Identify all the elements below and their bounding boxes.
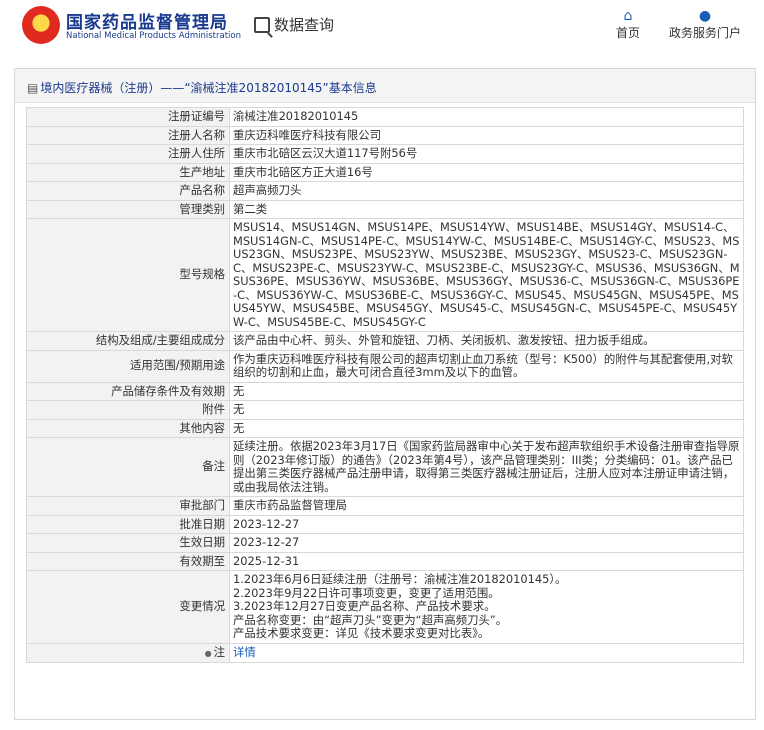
nav-home-label: 首页 [615, 26, 640, 40]
user-icon: ● [698, 8, 712, 24]
table-row: 注册人住所 重庆市北碚区云汉大道117号附56号 [26, 144, 744, 164]
brand-title[interactable]: 国家药品监督管理局 [66, 8, 228, 33]
field-value: 延续注册。依据2023年3月17日《国家药监局器审中心关于发布超声软组织手术设备… [229, 437, 744, 497]
nav-service-portal[interactable]: ● 政务服务门户 [665, 8, 745, 41]
table-row: 批准日期 2023-12-27 [26, 514, 744, 534]
field-value: 重庆迈科唯医疗科技有限公司 [229, 125, 744, 145]
field-label: ● 注 [26, 642, 230, 663]
field-value: 作为重庆迈科唯医疗科技有限公司的超声切割止血刀系统（型号：K500）的附件与其配… [229, 349, 744, 383]
change-line: 3.2023年12月27日变更产品名称、产品技术要求。 [233, 599, 496, 613]
field-label: 变更情况 [26, 570, 230, 644]
detail-panel: ▤ 境内医疗器械（注册）——“渝械注准20182010145”基本信息 注册证编号… [14, 68, 756, 720]
table-row: 其他内容无 [26, 418, 744, 438]
field-value: 2025-12-31 [229, 551, 744, 571]
field-label: 注册人住所 [26, 144, 230, 164]
table-row: 管理类别 第二类 [26, 199, 744, 219]
panel-header: ▤ 境内医疗器械（注册）——“渝械注准20182010145”基本信息 [15, 69, 755, 103]
table-row: 产品储存条件及有效期无 [26, 381, 744, 401]
field-label: 有效期至 [26, 551, 230, 571]
field-label: 适用范围/预期用途 [26, 349, 230, 383]
info-table: 注册证编号 渝械注准20182010145 注册人名称 重庆迈科唯医疗科技有限公司 注册… [26, 107, 744, 663]
field-label: 生产地址 [26, 162, 230, 182]
field-value: 2023-12-27 [229, 533, 744, 553]
document-icon: ▤ [27, 81, 39, 95]
field-label: 注册证编号 [26, 107, 230, 127]
table-row: 适用范围/预期用途 作为重庆迈科唯医疗科技有限公司的超声切割止血刀系统（型号：K5… [26, 349, 744, 383]
brand-subtitle: National Medical Products Administration [66, 31, 241, 41]
table-row: 结构及组成/主要组成成分 该产品由中心杆、剪头、外管和旋钮、刀柄、关闭扳机、激发按… [26, 331, 744, 351]
data-query-link[interactable]: 数据查询 [254, 14, 334, 35]
field-label: 生效日期 [26, 533, 230, 553]
table-row: 备注 延续注册。依据2023年3月17日《国家药监局器审中心关于发布超声软组织手术… [26, 437, 744, 497]
top-header: ★ 国家药品监督管理局 National Medical Products Ad… [0, 0, 764, 60]
field-value: 2023-12-27 [229, 514, 744, 534]
field-label: 产品储存条件及有效期 [26, 381, 230, 401]
table-row-changes: 变更情况 1.2023年6月6日延续注册（注册号：渝械注准20182010145）… [26, 570, 744, 644]
nav-portal-label: 政务服务门户 [668, 26, 741, 40]
data-query-label: 数据查询 [274, 16, 335, 34]
field-value: 无 [229, 381, 744, 401]
field-label: 附件 [26, 400, 230, 420]
field-label: 结构及组成/主要组成成分 [26, 331, 230, 351]
table-row: 有效期至 2025-12-31 [26, 551, 744, 571]
change-line: 产品技术要求变更：详见《技术要求变更对比表》。 [233, 626, 490, 640]
change-line: 产品名称变更：由“超声刀头”变更为“超声高频刀头”。 [233, 612, 508, 627]
field-value: 无 [229, 418, 744, 438]
table-row: 注册人名称 重庆迈科唯医疗科技有限公司 [26, 125, 744, 145]
lightbulb-icon: ● [204, 648, 212, 658]
panel-title: 境内医疗器械（注册）——“渝械注准20182010145”基本信息 [40, 81, 377, 95]
nmpa-emblem-icon: ★ [22, 6, 60, 44]
table-row: 注册证编号 渝械注准20182010145 [26, 107, 744, 127]
field-value: 无 [229, 400, 744, 420]
change-line: 1.2023年6月6日延续注册（注册号：渝械注准20182010145）。 [233, 572, 567, 586]
field-value: MSUS14、MSUS14GN、MSUS14PE、MSUS14YW、MSUS14… [229, 218, 744, 332]
table-row: 生产地址 重庆市北碚区方正大道16号 [26, 162, 744, 182]
field-value: 渝械注准20182010145 [229, 107, 744, 127]
table-row: 生效日期 2023-12-27 [26, 533, 744, 553]
field-value: 1.2023年6月6日延续注册（注册号：渝械注准20182010145）。 2.2… [229, 570, 744, 644]
field-label: 审批部门 [26, 496, 230, 516]
field-value: 第二类 [229, 199, 744, 219]
change-line: 2.2023年9月22日许可事项变更，变更了适用范围。 [233, 585, 500, 600]
field-value: 重庆市药品监督管理局 [229, 496, 744, 516]
table-row: 型号规格 MSUS14、MSUS14GN、MSUS14PE、MSUS14YW、MS… [26, 218, 744, 332]
field-value: 详情 [229, 642, 744, 663]
table-row: 产品名称 超声高频刀头 [26, 181, 744, 201]
home-icon: ⌂ [623, 8, 633, 24]
field-value: 超声高频刀头 [229, 181, 744, 201]
field-label: 产品名称 [26, 181, 230, 201]
field-label: 注册人名称 [26, 125, 230, 145]
field-label: 备注 [26, 437, 230, 497]
details-link[interactable]: 详情 [233, 645, 256, 659]
table-row: 审批部门 重庆市药品监督管理局 [26, 496, 744, 516]
field-label: 批准日期 [26, 514, 230, 534]
field-label: 管理类别 [26, 199, 230, 219]
field-value: 该产品由中心杆、剪头、外管和旋钮、刀柄、关闭扳机、激发按钮、扭力扳手组成。 [229, 331, 744, 351]
table-row-note: ● 注详情 [26, 642, 744, 663]
note-label: 注 [213, 644, 225, 659]
table-row: 附件无 [26, 400, 744, 420]
field-value: 重庆市北碚区方正大道16号 [229, 162, 744, 182]
field-label: 其他内容 [26, 418, 230, 438]
field-value: 重庆市北碚区云汉大道117号附56号 [229, 144, 744, 164]
search-document-icon [254, 16, 270, 33]
nav-home[interactable]: ⌂ 首页 [608, 8, 648, 41]
field-label: 型号规格 [26, 218, 230, 332]
